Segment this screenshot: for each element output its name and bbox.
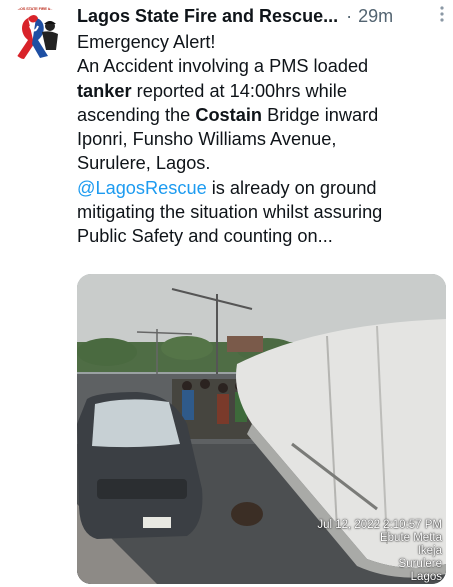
text-line: Emergency Alert! xyxy=(77,32,216,52)
text-line: Bridge inward xyxy=(262,104,379,125)
more-options-icon[interactable] xyxy=(439,5,445,26)
text-line: Iponri, Funsho Williams Avenue, xyxy=(77,129,337,150)
text-line: is already on ground xyxy=(206,177,377,198)
text-bold: tanker xyxy=(77,80,132,101)
stamp-line: Surulere xyxy=(398,558,442,570)
text-line: An Accident involving a PMS loaded xyxy=(77,56,369,77)
text-line: ascending the xyxy=(77,104,196,125)
stamp-date: Jul 12, 2022 2:10:57 PM xyxy=(317,519,442,531)
separator-dot: · xyxy=(346,5,353,26)
avatar[interactable]: LAGOS STATE FIRE & RESCUE xyxy=(6,4,64,62)
text-line: Surulere, Lagos. xyxy=(77,153,211,174)
mention-link[interactable]: @LagosRescue xyxy=(77,178,207,198)
tweet-text: Emergency Alert! An Accident involving a… xyxy=(77,30,443,249)
stamp-line: Ebute Metta xyxy=(379,532,442,544)
text-line: reported at 14:00hrs while xyxy=(131,80,347,101)
timestamp[interactable]: 29m xyxy=(358,6,393,27)
tweet-header: Lagos State Fire and Rescue... · 29m xyxy=(77,4,445,28)
photo-timestamp-stamp: Jul 12, 2022 2:10:57 PM Ebute Metta Ikej… xyxy=(317,519,442,584)
text-bold: Costain xyxy=(195,104,263,125)
author-name[interactable]: Lagos State Fire and Rescue... xyxy=(77,6,338,27)
text-line: mitigating the situation whilst assuring xyxy=(77,202,383,223)
avatar-caption: LAGOS STATE FIRE & RESCUE xyxy=(12,6,58,11)
stamp-line: Lagos xyxy=(410,571,442,583)
stamp-line: Ikeja xyxy=(417,545,442,557)
text-line: Public Safety and counting on... xyxy=(77,226,333,247)
tweet-photo[interactable]: Jul 12, 2022 2:10:57 PM Ebute Metta Ikej… xyxy=(77,274,446,584)
fire-rescue-ribbon-logo-icon xyxy=(16,15,58,59)
